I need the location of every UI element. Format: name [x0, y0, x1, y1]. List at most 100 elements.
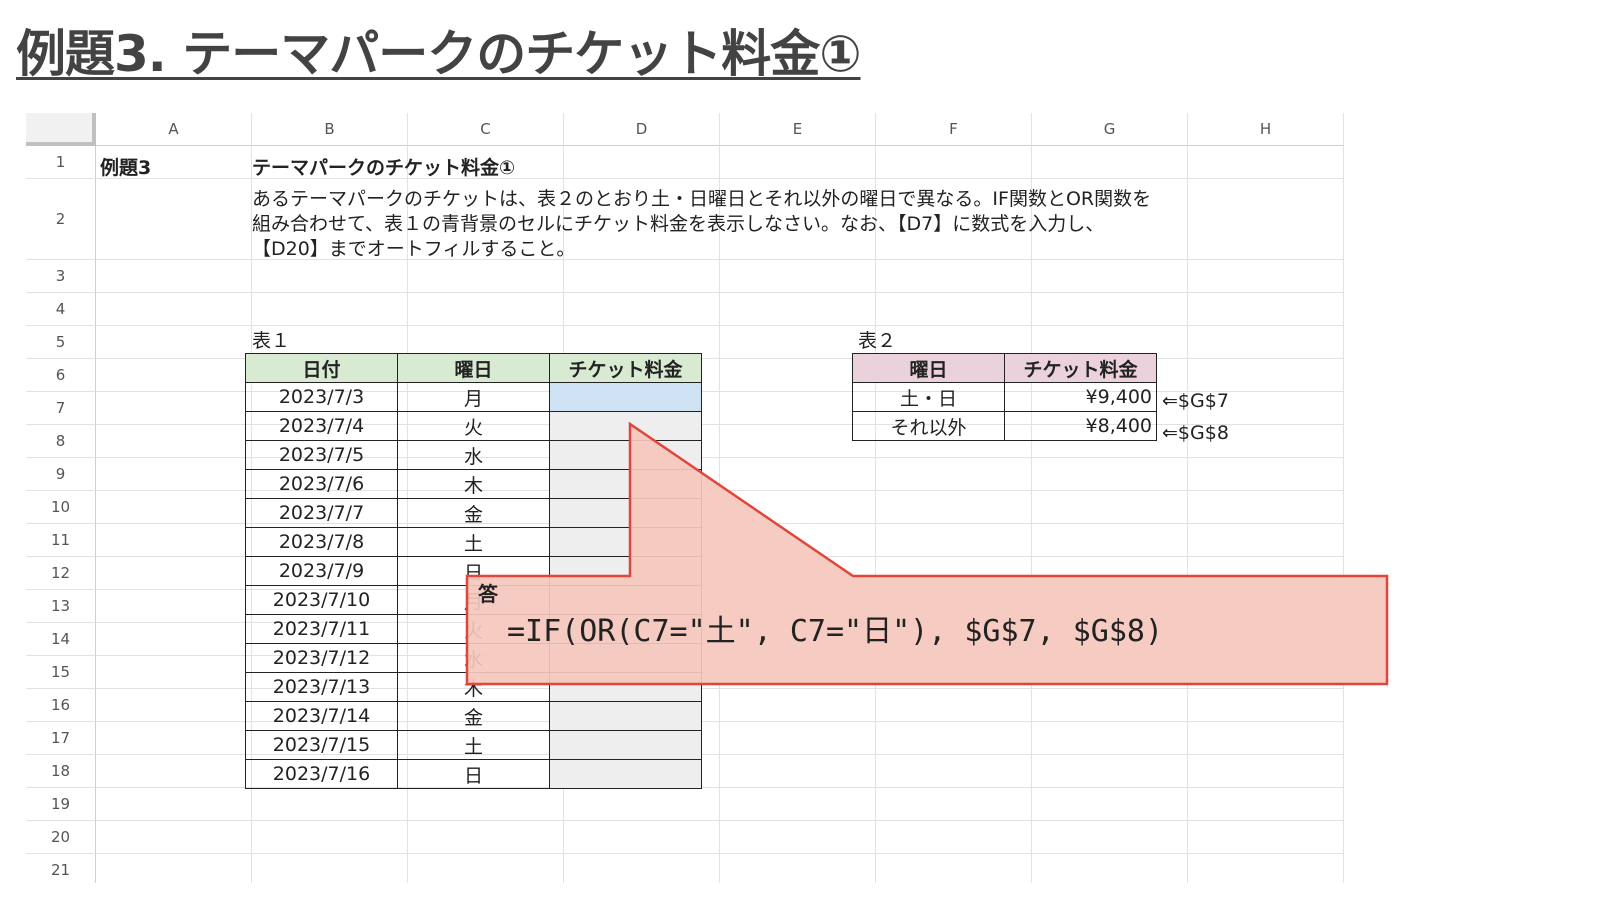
table1-fee-cell[interactable] — [549, 759, 702, 789]
cell-e3[interactable] — [720, 260, 876, 293]
row-header-2[interactable]: 2 — [26, 179, 96, 260]
table1-date-cell[interactable]: 2023/7/3 — [245, 382, 398, 412]
cell-h1[interactable] — [1188, 146, 1344, 179]
cell-a11[interactable] — [96, 524, 252, 557]
cell-b2-description[interactable]: あるテーマパークのチケットは、表２のとおり土・日曜日とそれ以外の曜日で異なる。I… — [252, 187, 1152, 262]
table1-date-cell[interactable]: 2023/7/7 — [245, 498, 398, 528]
table2-fee-cell[interactable]: ¥9,400 — [1004, 382, 1157, 412]
cell-a17[interactable] — [96, 722, 252, 755]
cell-g4[interactable] — [1032, 293, 1188, 326]
cell-a12[interactable] — [96, 557, 252, 590]
cell-g15[interactable] — [1032, 656, 1188, 689]
row-header-20[interactable]: 20 — [26, 821, 96, 854]
table1-header-date[interactable]: 日付 — [245, 353, 398, 383]
cell-b3[interactable] — [252, 260, 408, 293]
cell-g12[interactable] — [1032, 557, 1188, 590]
row-header-18[interactable]: 18 — [26, 755, 96, 788]
col-header-f[interactable]: F — [876, 113, 1032, 146]
cell-a14[interactable] — [96, 623, 252, 656]
table1-date-cell[interactable]: 2023/7/13 — [245, 672, 398, 702]
cell-c20[interactable] — [408, 821, 564, 854]
cell-b19[interactable] — [252, 788, 408, 821]
cell-d1[interactable] — [564, 146, 720, 179]
cell-h13[interactable] — [1188, 590, 1344, 623]
table1-date-cell[interactable]: 2023/7/10 — [245, 585, 398, 615]
table1-fee-cell[interactable] — [549, 498, 702, 528]
table2-label[interactable]: 表２ — [858, 326, 896, 353]
table1-fee-cell[interactable] — [549, 411, 702, 441]
cell-h10[interactable] — [1188, 491, 1344, 524]
cell-a5[interactable] — [96, 326, 252, 359]
cell-a13[interactable] — [96, 590, 252, 623]
table1-fee-cell[interactable] — [549, 556, 702, 586]
cell-g20[interactable] — [1032, 821, 1188, 854]
cell-f21[interactable] — [876, 854, 1032, 883]
cell-f1[interactable] — [876, 146, 1032, 179]
row-header-17[interactable]: 17 — [26, 722, 96, 755]
table1-label[interactable]: 表１ — [252, 326, 290, 353]
cell-f18[interactable] — [876, 755, 1032, 788]
table1-dow-cell[interactable]: 金 — [397, 701, 550, 731]
cell-c4[interactable] — [408, 293, 564, 326]
cell-h12[interactable] — [1188, 557, 1344, 590]
cell-h14[interactable] — [1188, 623, 1344, 656]
col-header-e[interactable]: E — [720, 113, 876, 146]
cell-e10[interactable] — [720, 491, 876, 524]
table2-header-fee[interactable]: チケット料金 — [1004, 353, 1157, 383]
cell-a15[interactable] — [96, 656, 252, 689]
cell-e12[interactable] — [720, 557, 876, 590]
table1-dow-cell[interactable]: 金 — [397, 498, 550, 528]
table1-dow-cell[interactable]: 木 — [397, 672, 550, 702]
cell-g9[interactable] — [1032, 458, 1188, 491]
row-header-14[interactable]: 14 — [26, 623, 96, 656]
table1-dow-cell[interactable]: 土 — [397, 730, 550, 760]
cell-f10[interactable] — [876, 491, 1032, 524]
cell-g16[interactable] — [1032, 689, 1188, 722]
cell-f11[interactable] — [876, 524, 1032, 557]
cell-a9[interactable] — [96, 458, 252, 491]
table1-date-cell[interactable]: 2023/7/9 — [245, 556, 398, 586]
cell-e17[interactable] — [720, 722, 876, 755]
row-header-21[interactable]: 21 — [26, 854, 96, 883]
cell-h11[interactable] — [1188, 524, 1344, 557]
cell-a19[interactable] — [96, 788, 252, 821]
cell-f12[interactable] — [876, 557, 1032, 590]
row-header-13[interactable]: 13 — [26, 590, 96, 623]
table2-fee-cell[interactable]: ¥8,400 — [1004, 411, 1157, 441]
cell-e1[interactable] — [720, 146, 876, 179]
table1-dow-cell[interactable]: 月 — [397, 382, 550, 412]
cell-f19[interactable] — [876, 788, 1032, 821]
cell-e19[interactable] — [720, 788, 876, 821]
cell-f16[interactable] — [876, 689, 1032, 722]
row-header-16[interactable]: 16 — [26, 689, 96, 722]
cell-h6[interactable] — [1188, 359, 1344, 392]
cell-f4[interactable] — [876, 293, 1032, 326]
cell-e4[interactable] — [720, 293, 876, 326]
cell-a7[interactable] — [96, 392, 252, 425]
table1-date-cell[interactable]: 2023/7/16 — [245, 759, 398, 789]
col-header-c[interactable]: C — [408, 113, 564, 146]
cell-h20[interactable] — [1188, 821, 1344, 854]
row-header-4[interactable]: 4 — [26, 293, 96, 326]
cell-f17[interactable] — [876, 722, 1032, 755]
cell-b4[interactable] — [252, 293, 408, 326]
cell-h9[interactable] — [1188, 458, 1344, 491]
table2-dow-cell[interactable]: 土・日 — [852, 382, 1005, 412]
table1-date-cell[interactable]: 2023/7/6 — [245, 469, 398, 499]
table1-dow-cell[interactable]: 日 — [397, 759, 550, 789]
cell-e20[interactable] — [720, 821, 876, 854]
table1-date-cell[interactable]: 2023/7/11 — [245, 614, 398, 644]
table1-fee-cell[interactable] — [549, 730, 702, 760]
cell-a18[interactable] — [96, 755, 252, 788]
cell-g11[interactable] — [1032, 524, 1188, 557]
cell-h5[interactable] — [1188, 326, 1344, 359]
table1-date-cell[interactable]: 2023/7/4 — [245, 411, 398, 441]
cell-h3[interactable] — [1188, 260, 1344, 293]
table1-date-cell[interactable]: 2023/7/15 — [245, 730, 398, 760]
cell-a6[interactable] — [96, 359, 252, 392]
cell-c3[interactable] — [408, 260, 564, 293]
cell-a21[interactable] — [96, 854, 252, 883]
cell-g21[interactable] — [1032, 854, 1188, 883]
row-header-9[interactable]: 9 — [26, 458, 96, 491]
table1-date-cell[interactable]: 2023/7/5 — [245, 440, 398, 470]
